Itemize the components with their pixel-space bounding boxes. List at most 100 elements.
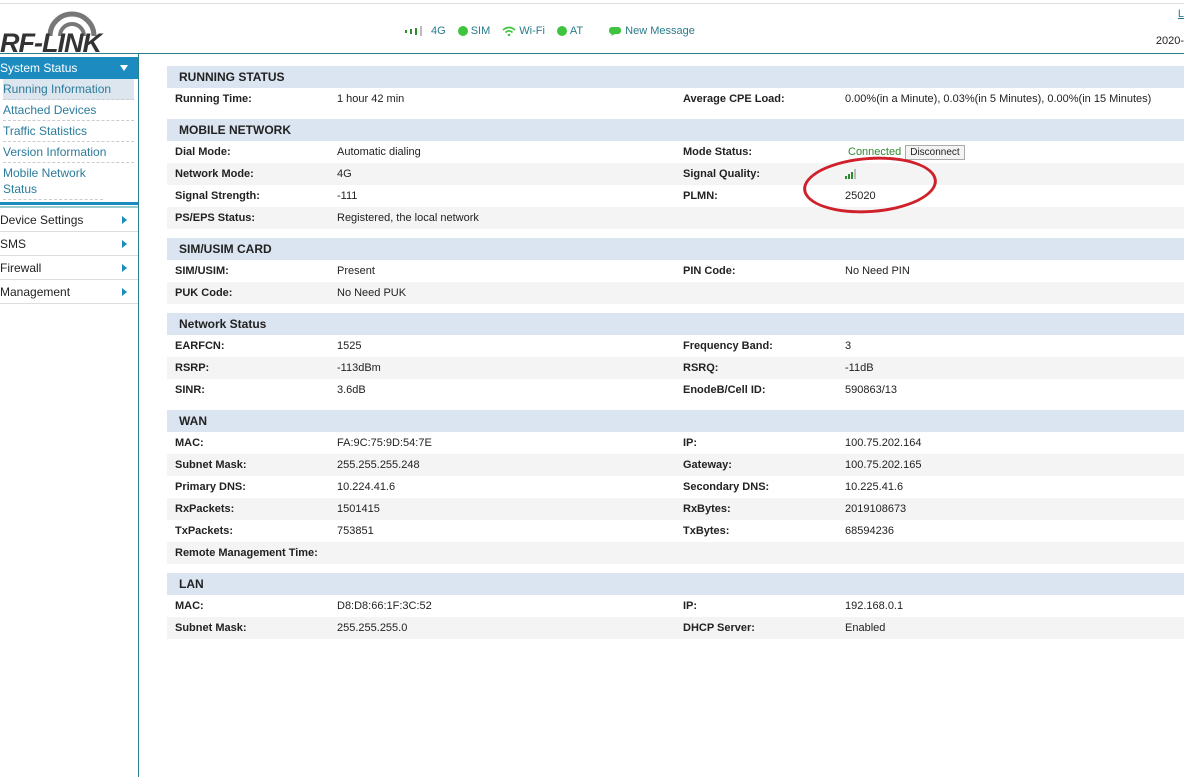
info-row: SINR: 3.6dB EnodeB/Cell ID: 590863/13 xyxy=(167,379,1184,401)
sidebar-system-status[interactable]: System Status xyxy=(0,57,138,79)
field-label: Signal Strength: xyxy=(175,190,260,202)
status-label: New Message xyxy=(625,25,695,37)
chevron-down-icon xyxy=(120,65,128,71)
sidebar-item-sms[interactable]: SMS xyxy=(0,232,138,256)
field-value: D8:D8:66:1F:3C:52 xyxy=(337,600,432,612)
info-row: MAC: FA:9C:75:9D:54:7E IP: 100.75.202.164 xyxy=(167,432,1184,454)
status-label: SIM xyxy=(470,25,491,37)
info-row: EARFCN: 1525 Frequency Band: 3 xyxy=(167,335,1184,357)
status-label: 4G xyxy=(431,25,446,37)
section-header: RUNNING STATUS xyxy=(167,66,1184,88)
field-label: Gateway: xyxy=(683,459,732,471)
logout-link[interactable]: L xyxy=(1178,8,1184,20)
new-message-link[interactable]: New Message xyxy=(609,25,695,37)
field-label: Secondary DNS: xyxy=(683,481,770,493)
wifi-icon xyxy=(502,26,516,36)
info-row: Network Mode: 4G Signal Quality: xyxy=(167,163,1184,185)
section-header: Network Status xyxy=(167,313,1184,335)
field-label: SIM/USIM: xyxy=(175,265,229,277)
field-value: 10.225.41.6 xyxy=(845,481,904,493)
sidebar-item-running-information[interactable]: Running Information xyxy=(3,79,134,100)
field-value: 1501415 xyxy=(337,503,380,515)
info-row: Primary DNS: 10.224.41.6 Secondary DNS: 10.… xyxy=(167,476,1184,498)
field-label: Network Mode: xyxy=(175,168,254,180)
status-bar: 4G SIM Wi-Fi AT New Message xyxy=(405,25,701,37)
menu-label: Management xyxy=(0,285,71,299)
sidebar-head-label: System Status xyxy=(0,61,78,75)
section-header: SIM/USIM CARD xyxy=(167,238,1184,260)
message-icon xyxy=(609,27,622,36)
status-content: RUNNING STATUS Running Time: 1 hour 42 min… xyxy=(167,66,1184,639)
field-value: 2019108673 xyxy=(845,503,907,515)
info-row: Running Time: 1 hour 42 min Average CPE Lo… xyxy=(167,88,1184,110)
field-label: Remote Management Time: xyxy=(175,547,318,559)
sidebar-item-management[interactable]: Management xyxy=(0,280,138,304)
sidebar-menu: Device Settings SMS Firewall Management xyxy=(0,208,138,304)
field-value: 0.00%(in a Minute), 0.03%(in 5 Minutes),… xyxy=(845,93,1152,105)
field-value: 100.75.202.164 xyxy=(845,437,922,449)
signal-icon xyxy=(405,26,422,36)
field-label: Average CPE Load: xyxy=(683,93,785,105)
info-row: Signal Strength: -111 PLMN: 25020 xyxy=(167,185,1184,207)
field-value: No Need PUK xyxy=(337,287,407,299)
field-value: -111 xyxy=(337,190,358,202)
menu-label: Firewall xyxy=(0,261,42,275)
field-label: IP: xyxy=(683,600,698,612)
info-row: PUK Code: No Need PUK xyxy=(167,282,1184,304)
disconnect-button[interactable]: Disconnect xyxy=(905,145,965,160)
chevron-right-icon xyxy=(122,216,127,224)
chevron-right-icon xyxy=(122,288,127,296)
field-label: PLMN: xyxy=(683,190,718,202)
info-row: Remote Management Time: xyxy=(167,542,1184,564)
field-label: TxPackets: xyxy=(175,525,234,537)
field-value: Present xyxy=(337,265,375,277)
field-label: DHCP Server: xyxy=(683,622,755,634)
chevron-right-icon xyxy=(122,264,127,272)
sidebar-item-attached-devices[interactable]: Attached Devices xyxy=(3,100,134,121)
field-label: Mode Status: xyxy=(683,146,753,158)
field-label: PUK Code: xyxy=(175,287,233,299)
field-value: Registered, the local network xyxy=(337,212,479,224)
field-label: RxBytes: xyxy=(683,503,731,515)
field-value: 753851 xyxy=(337,525,374,537)
field-label: Primary DNS: xyxy=(175,481,246,493)
sidebar-item-version-information[interactable]: Version Information xyxy=(3,142,134,163)
field-value: -11dB xyxy=(845,362,874,374)
field-value: 255.255.255.0 xyxy=(337,622,408,634)
info-row: PS/EPS Status: Registered, the local netw… xyxy=(167,207,1184,229)
sim-dot-icon xyxy=(457,26,468,36)
field-value: 100.75.202.165 xyxy=(845,459,922,471)
status-4g: 4G xyxy=(405,25,446,37)
status-at: AT xyxy=(556,25,584,37)
field-label: IP: xyxy=(683,437,698,449)
section-header: WAN xyxy=(167,410,1184,432)
status-label: AT xyxy=(569,25,584,37)
field-value: 68594236 xyxy=(845,525,894,537)
field-value: 1525 xyxy=(337,340,362,352)
field-label: MAC: xyxy=(175,437,204,449)
status-label: Wi-Fi xyxy=(519,25,545,37)
field-label: RxPackets: xyxy=(175,503,235,515)
field-value: Enabled xyxy=(845,622,886,634)
sidebar-item-traffic-statistics[interactable]: Traffic Statistics xyxy=(3,121,134,142)
field-value: 590863/13 xyxy=(845,384,897,396)
field-label: SINR: xyxy=(175,384,205,396)
info-row: Dial Mode: Automatic dialing Mode Status: C… xyxy=(167,141,1184,163)
info-row: RxPackets: 1501415 RxBytes: 2019108673 xyxy=(167,498,1184,520)
field-label: Running Time: xyxy=(175,93,252,105)
info-row: MAC: D8:D8:66:1F:3C:52 IP: 192.168.0.1 xyxy=(167,595,1184,617)
sidebar-item-mobile-network-status[interactable]: Mobile Network Status xyxy=(3,163,103,200)
field-label: PS/EPS Status: xyxy=(175,212,256,224)
info-row: Subnet Mask: 255.255.255.248 Gateway: 100.7… xyxy=(167,454,1184,476)
field-label: RSRP: xyxy=(175,362,210,374)
field-label: Frequency Band: xyxy=(683,340,773,352)
sidebar-item-firewall[interactable]: Firewall xyxy=(0,256,138,280)
field-label: MAC: xyxy=(175,600,204,612)
field-value: No Need PIN xyxy=(845,265,910,277)
sidebar-item-device-settings[interactable]: Device Settings xyxy=(0,208,138,232)
field-label: Signal Quality: xyxy=(683,168,761,180)
